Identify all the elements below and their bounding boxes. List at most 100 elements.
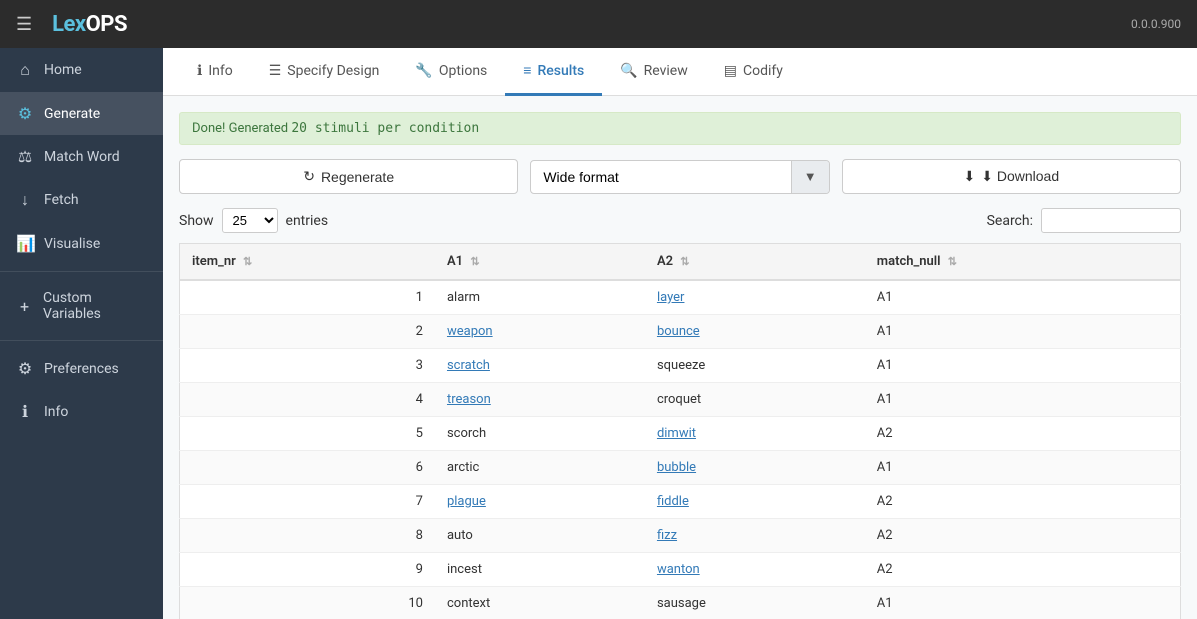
main-content: Done! Generated 20 stimuli per condition… <box>163 96 1197 619</box>
table-row: 4treasoncroquetA1 <box>180 383 1181 417</box>
cell-a2-link[interactable]: fizz <box>657 528 677 543</box>
sidebar-label-home: Home <box>44 62 82 78</box>
sidebar-item-visualise[interactable]: 📊 Visualise <box>0 222 163 265</box>
tab-info[interactable]: ℹ Info <box>179 48 251 96</box>
download-label: ⬇ Download <box>981 168 1059 185</box>
table-row: 5scorchdimwitA2 <box>180 417 1181 451</box>
sidebar-item-home[interactable]: ⌂ Home <box>0 48 163 92</box>
fetch-icon: ↓ <box>16 190 34 210</box>
cell-a1-link[interactable]: treason <box>447 392 491 407</box>
table-row: 7 plague fiddle A2 <box>180 485 1181 519</box>
info-sidebar-icon: ℹ <box>16 402 34 421</box>
cell-match-null: A2 <box>865 519 1181 553</box>
col-a2[interactable]: A2 ⇅ <box>645 244 865 281</box>
tab-results-icon: ≡ <box>523 62 531 79</box>
col-match-null-sort-icon: ⇅ <box>948 255 957 268</box>
tab-options-label: Options <box>439 63 487 79</box>
cell-match-null: A2 <box>865 417 1181 451</box>
app-logo: LexOPS <box>52 12 127 37</box>
toolbar: ↻ Regenerate Wide format Long format ▼ ⬇… <box>179 159 1181 194</box>
table-row: 1alarmlayerA1 <box>180 280 1181 315</box>
cell-match-null: A2 <box>865 485 1181 519</box>
col-item-nr-sort-icon: ⇅ <box>243 255 252 268</box>
cell-a2: squeeze <box>645 349 865 383</box>
cell-a1-link[interactable]: weapon <box>447 324 493 339</box>
col-match-null[interactable]: match_null ⇅ <box>865 244 1181 281</box>
table-row: 10contextsausageA1 <box>180 587 1181 619</box>
cell-a1: scorch <box>435 417 645 451</box>
sidebar-item-fetch[interactable]: ↓ Fetch <box>0 178 163 222</box>
cell-a2-link[interactable]: layer <box>657 290 685 305</box>
sidebar-divider <box>0 271 163 272</box>
tab-review-label: Review <box>644 63 688 79</box>
sidebar-divider-2 <box>0 340 163 341</box>
sidebar-label-visualise: Visualise <box>44 236 100 252</box>
entries-select[interactable]: 10 25 50 100 <box>222 208 278 233</box>
cell-match-null: A1 <box>865 349 1181 383</box>
cell-match-null: A2 <box>865 553 1181 587</box>
tab-review[interactable]: 🔍 Review <box>602 48 706 96</box>
cell-match-null: A1 <box>865 315 1181 349</box>
content-area: ℹ Info ☰ Specify Design 🔧 Options ≡ Resu… <box>163 48 1197 619</box>
cell-match-null: A1 <box>865 451 1181 485</box>
cell-a1-link[interactable]: scratch <box>447 358 490 373</box>
cell-a2-link[interactable]: bounce <box>657 324 700 339</box>
cell-item-nr: 3 <box>180 349 435 383</box>
cell-a2: fizz <box>645 519 865 553</box>
cell-a2: dimwit <box>645 417 865 451</box>
cell-a2-link[interactable]: fiddle <box>657 494 689 509</box>
tab-codify-label: Codify <box>743 63 783 79</box>
tab-options[interactable]: 🔧 Options <box>397 48 505 96</box>
cell-a2: bubble <box>645 451 865 485</box>
version-label: 0.0.0.900 <box>1131 17 1181 31</box>
tab-review-icon: 🔍 <box>620 63 637 79</box>
col-item-nr-label: item_nr <box>192 254 236 269</box>
cell-a1: auto <box>435 519 645 553</box>
sidebar-item-custom-variables[interactable]: + Custom Variables <box>0 278 163 334</box>
sidebar-item-generate[interactable]: ⚙ Generate <box>0 92 163 135</box>
col-a2-sort-icon: ⇅ <box>680 255 689 268</box>
download-button[interactable]: ⬇ ⬇ Download <box>842 159 1181 194</box>
sidebar-item-match-word[interactable]: ⚖ Match Word <box>0 135 163 178</box>
sidebar-label-info: Info <box>44 404 68 420</box>
main-layout: ⌂ Home ⚙ Generate ⚖ Match Word ↓ Fetch 📊… <box>0 48 1197 619</box>
top-bar: ☰ LexOPS 0.0.0.900 <box>0 0 1197 48</box>
format-dropdown-icon[interactable]: ▼ <box>791 161 829 193</box>
cell-a2-link[interactable]: bubble <box>657 460 696 475</box>
cell-match-null: A1 <box>865 587 1181 619</box>
sidebar-item-info[interactable]: ℹ Info <box>0 390 163 433</box>
sidebar-label-preferences: Preferences <box>44 361 119 377</box>
search-box: Search: <box>987 208 1181 233</box>
cell-a1-link[interactable]: plague <box>447 494 486 509</box>
col-a1-sort-icon: ⇅ <box>470 255 479 268</box>
format-select[interactable]: Wide format Long format <box>531 161 790 193</box>
hamburger-icon[interactable]: ☰ <box>16 14 32 35</box>
tab-info-label: Info <box>208 63 232 79</box>
show-entries: Show 10 25 50 100 entries <box>179 208 328 233</box>
col-a1[interactable]: A1 ⇅ <box>435 244 645 281</box>
preferences-icon: ⚙ <box>16 359 34 378</box>
cell-match-null: A1 <box>865 383 1181 417</box>
entries-label: entries <box>286 213 329 229</box>
search-input[interactable] <box>1041 208 1181 233</box>
cell-item-nr: 7 <box>180 485 435 519</box>
cell-a2-link[interactable]: wanton <box>657 562 700 577</box>
sidebar-label-fetch: Fetch <box>44 192 79 208</box>
cell-item-nr: 6 <box>180 451 435 485</box>
download-icon: ⬇ <box>964 168 976 185</box>
show-label: Show <box>179 213 214 229</box>
cell-a2-link[interactable]: dimwit <box>657 426 696 441</box>
tab-results[interactable]: ≡ Results <box>505 48 602 96</box>
tab-options-icon: 🔧 <box>415 63 432 79</box>
table-row: 2 weapon bounce A1 <box>180 315 1181 349</box>
cell-item-nr: 2 <box>180 315 435 349</box>
tab-specify-design[interactable]: ☰ Specify Design <box>251 48 398 96</box>
cell-a1: arctic <box>435 451 645 485</box>
tab-codify[interactable]: ▤ Codify <box>706 48 801 96</box>
tab-specify-design-label: Specify Design <box>287 63 379 79</box>
sidebar-label-generate: Generate <box>44 106 100 122</box>
regenerate-button[interactable]: ↻ Regenerate <box>179 159 518 194</box>
col-item-nr[interactable]: item_nr ⇅ <box>180 244 435 281</box>
sidebar-item-preferences[interactable]: ⚙ Preferences <box>0 347 163 390</box>
cell-a2: sausage <box>645 587 865 619</box>
